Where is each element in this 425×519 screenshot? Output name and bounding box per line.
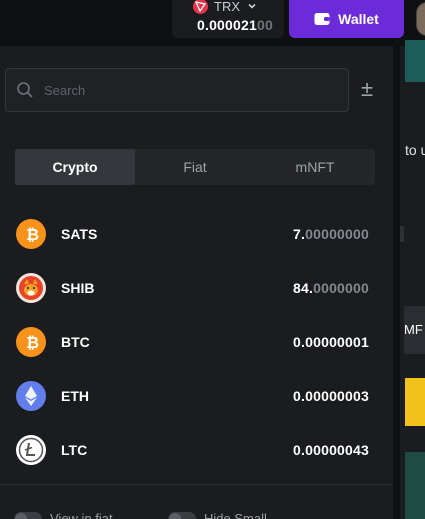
app-root: TRX 0.00002100 Wallet to u MF ± Crypto F…	[0, 0, 425, 519]
tab-crypto[interactable]: Crypto	[15, 149, 135, 185]
search-input[interactable]	[44, 82, 324, 98]
bitcoin-icon: ₿	[16, 327, 46, 357]
coin-amount: 0.00000001	[293, 334, 369, 350]
ethereum-icon	[16, 381, 46, 411]
tron-icon	[193, 0, 208, 14]
svg-text:₿: ₿	[26, 334, 39, 351]
footer-toggles: View in fiat Hide Small	[14, 511, 314, 519]
background-card	[405, 452, 425, 519]
currency-row[interactable]: TRX	[193, 0, 258, 14]
chevron-down-icon	[248, 3, 256, 9]
top-bar: TRX 0.00002100 Wallet	[0, 0, 425, 46]
balance-amount: 0.00002100	[197, 17, 273, 33]
toggle-label: Hide Small	[204, 511, 267, 519]
balance-trailing-zeros: 00	[257, 17, 273, 33]
tab-fiat[interactable]: Fiat	[135, 149, 255, 185]
amount-trailing-zeros: 00000000	[305, 226, 369, 242]
coin-symbol: BTC	[61, 334, 90, 350]
coin-symbol: SHIB	[61, 280, 95, 296]
coin-symbol: ETH	[61, 388, 89, 404]
coin-row-btc[interactable]: ₿ BTC 0.00000001	[0, 315, 393, 369]
coin-row-eth[interactable]: ETH 0.00000003	[0, 369, 393, 423]
hide-small-toggle[interactable]: Hide Small	[168, 511, 267, 519]
wallet-label: Wallet	[338, 11, 379, 27]
svg-text:₿: ₿	[26, 226, 39, 243]
background-button: MF	[404, 306, 425, 354]
amount-main: 84.	[293, 280, 314, 296]
view-in-fiat-toggle[interactable]: View in fiat	[14, 511, 113, 519]
coin-row-sats[interactable]: ₿ SATS 7.00000000	[0, 207, 393, 261]
coin-amount: 0.00000003	[293, 388, 369, 404]
avatar[interactable]	[416, 2, 425, 36]
toggle-switch[interactable]	[14, 511, 42, 519]
coin-row-ltc[interactable]: LTC 0.00000043	[0, 423, 393, 477]
currency-label: TRX	[214, 0, 240, 14]
search-box[interactable]	[5, 68, 349, 112]
plus-minus-icon[interactable]: ±	[357, 78, 377, 102]
background-banner	[405, 40, 425, 82]
coin-amount: 7.00000000	[293, 226, 369, 242]
toggle-switch[interactable]	[168, 511, 196, 519]
coin-list: ₿ SATS 7.00000000 SHIB 84.0000000 ₿ BTC …	[0, 207, 393, 477]
background-yellow-button	[405, 378, 425, 426]
coin-symbol: SATS	[61, 226, 98, 242]
toggle-label: View in fiat	[50, 511, 113, 519]
coin-amount: 84.0000000	[293, 280, 369, 296]
amount-trailing-zeros: 0000000	[313, 280, 369, 296]
divider	[0, 484, 393, 485]
coin-symbol: LTC	[61, 442, 88, 458]
coin-row-shib[interactable]: SHIB 84.0000000	[0, 261, 393, 315]
coin-amount: 0.00000043	[293, 442, 369, 458]
amount-main: 7.	[293, 226, 306, 242]
balance-selector[interactable]: TRX 0.00002100	[172, 0, 284, 38]
shib-icon	[16, 273, 46, 303]
wallet-icon	[314, 13, 330, 25]
wallet-button[interactable]: Wallet	[289, 0, 404, 38]
background-element	[400, 226, 404, 242]
tab-mnft[interactable]: mNFT	[255, 149, 375, 185]
background-page	[400, 46, 425, 519]
background-text: to u	[405, 142, 425, 158]
currency-tabs: Crypto Fiat mNFT	[15, 149, 375, 185]
bitcoin-icon: ₿	[16, 219, 46, 249]
wallet-dropdown-panel: ± Crypto Fiat mNFT ₿ SATS 7.00000000 SHI…	[0, 46, 393, 519]
litecoin-icon	[16, 435, 46, 465]
search-icon	[17, 82, 33, 98]
balance-main: 0.000021	[197, 17, 257, 33]
